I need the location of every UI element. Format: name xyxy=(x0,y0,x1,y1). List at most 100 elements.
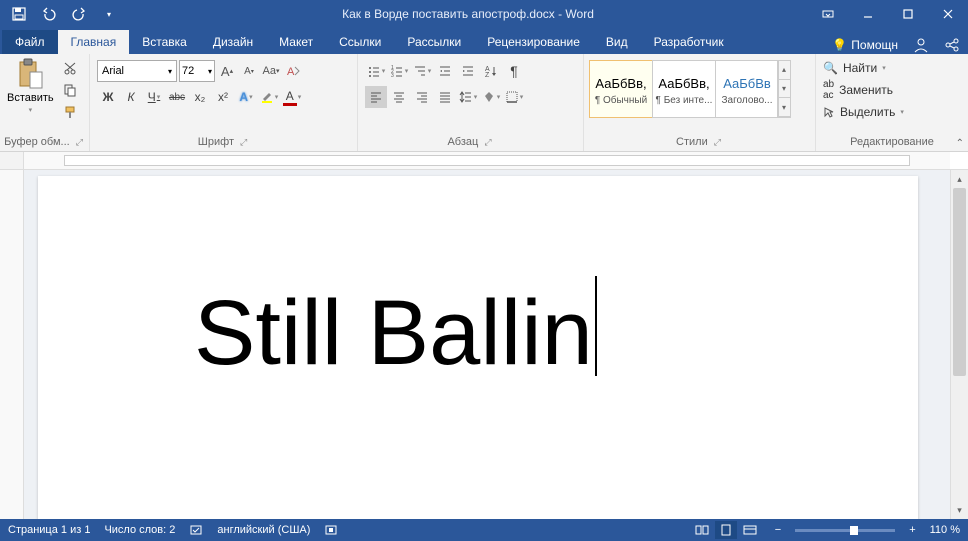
ribbon-tabs: Файл Главная Вставка Дизайн Макет Ссылки… xyxy=(0,28,968,54)
window-title: Как в Ворде поставить апостроф.docx - Wo… xyxy=(128,7,808,21)
share-icon[interactable] xyxy=(944,37,960,53)
style-name-2: Заголово... xyxy=(716,95,778,106)
style-name-0: ¶ Обычный xyxy=(590,95,652,106)
decrease-indent-icon[interactable] xyxy=(434,60,456,82)
font-name-combo[interactable]: Arial▾ xyxy=(97,60,177,82)
select-label: Выделить xyxy=(840,105,895,119)
collapse-ribbon-icon[interactable]: ⌃ xyxy=(956,138,964,149)
tell-me[interactable]: 💡Помощн xyxy=(832,38,898,52)
status-page[interactable]: Страница 1 из 1 xyxy=(8,524,90,536)
subscript-button[interactable]: x₂ xyxy=(189,86,211,108)
close-icon[interactable] xyxy=(928,2,968,26)
account-icon[interactable] xyxy=(912,36,930,54)
vertical-scrollbar[interactable]: ▴ ▾ xyxy=(950,170,968,519)
page-1[interactable]: Still Ballin xyxy=(38,176,918,519)
align-left-icon[interactable] xyxy=(365,86,387,108)
strike-button[interactable]: abc xyxy=(166,86,188,108)
find-label: Найти xyxy=(843,61,877,75)
tab-references[interactable]: Ссылки xyxy=(326,30,394,54)
change-case-icon[interactable]: Aa▾ xyxy=(261,60,281,82)
align-center-icon[interactable] xyxy=(388,86,410,108)
style-normal[interactable]: АаБбВв, ¶ Обычный xyxy=(589,60,653,118)
select-icon xyxy=(823,106,835,118)
tab-file[interactable]: Файл xyxy=(2,30,58,54)
borders-icon[interactable]: ▾ xyxy=(503,86,525,108)
tab-design[interactable]: Дизайн xyxy=(200,30,266,54)
clear-format-icon[interactable]: A xyxy=(283,60,303,82)
grow-font-icon[interactable]: A▴ xyxy=(217,60,237,82)
ribbon-opts-icon[interactable] xyxy=(808,2,848,26)
shrink-font-icon[interactable]: A▾ xyxy=(239,60,259,82)
save-icon[interactable] xyxy=(6,2,32,26)
style-heading1[interactable]: АаБбВв Заголово... xyxy=(715,60,779,118)
underline-button[interactable]: Ч▾ xyxy=(143,86,165,108)
tab-insert[interactable]: Вставка xyxy=(129,30,200,54)
styles-launcher-icon[interactable]: ⤢ xyxy=(712,135,723,150)
bullets-icon[interactable]: ▾ xyxy=(365,60,387,82)
group-editing: 🔍Найти▾ abacЗаменить Выделить▾ Редактиро… xyxy=(816,54,968,151)
tab-view[interactable]: Вид xyxy=(593,30,641,54)
clipboard-launcher-icon[interactable]: ⤢ xyxy=(74,135,85,150)
pilcrow-icon[interactable]: ¶ xyxy=(503,60,525,82)
redo-icon[interactable] xyxy=(66,2,92,26)
ruler-h-track[interactable] xyxy=(24,152,950,169)
paste-button[interactable]: Вставить ▾ xyxy=(3,56,58,116)
justify-icon[interactable] xyxy=(434,86,456,108)
select-button[interactable]: Выделить▾ xyxy=(823,102,904,122)
styles-scroll[interactable]: ▴▾▾ xyxy=(777,60,791,118)
zoom-out-button[interactable]: − xyxy=(775,524,781,536)
status-language[interactable]: английский (США) xyxy=(217,524,310,536)
multilevel-icon[interactable]: ▾ xyxy=(411,60,433,82)
superscript-button[interactable]: x² xyxy=(212,86,234,108)
scroll-track[interactable] xyxy=(951,188,968,501)
page-viewport[interactable]: Still Ballin xyxy=(24,170,950,519)
ruler-horizontal[interactable] xyxy=(0,152,968,170)
status-words[interactable]: Число слов: 2 xyxy=(104,524,175,536)
shading-icon[interactable]: ▾ xyxy=(480,86,502,108)
line-spacing-icon[interactable]: ▾ xyxy=(457,86,479,108)
style-preview-2: АаБбВв xyxy=(723,72,771,95)
text-effects-icon[interactable]: A▾ xyxy=(235,86,257,108)
scroll-thumb[interactable] xyxy=(953,188,966,376)
tab-mailings[interactable]: Рассылки xyxy=(394,30,474,54)
highlight-icon[interactable]: ▾ xyxy=(258,86,280,108)
zoom-slider[interactable] xyxy=(795,529,895,532)
web-layout-icon[interactable] xyxy=(739,521,761,539)
numbering-icon[interactable]: 123▾ xyxy=(388,60,410,82)
zoom-thumb[interactable] xyxy=(850,526,858,535)
tab-review[interactable]: Рецензирование xyxy=(474,30,593,54)
increase-indent-icon[interactable] xyxy=(457,60,479,82)
scroll-up-icon[interactable]: ▴ xyxy=(951,170,968,188)
status-macro-icon[interactable] xyxy=(324,523,338,537)
font-size-combo[interactable]: 72▾ xyxy=(179,60,215,82)
replace-button[interactable]: abacЗаменить xyxy=(823,80,904,100)
paragraph-launcher-icon[interactable]: ⤢ xyxy=(482,135,493,150)
document-text[interactable]: Still Ballin xyxy=(194,282,593,384)
scroll-down-icon[interactable]: ▾ xyxy=(951,501,968,519)
read-mode-icon[interactable] xyxy=(691,521,713,539)
tab-developer[interactable]: Разработчик xyxy=(641,30,737,54)
copy-icon[interactable] xyxy=(60,80,80,100)
sort-icon[interactable]: AZ xyxy=(480,60,502,82)
font-color-icon[interactable]: A▾ xyxy=(281,86,303,108)
format-painter-icon[interactable] xyxy=(60,102,80,122)
qat-customize-icon[interactable]: ▾ xyxy=(96,2,122,26)
style-preview-0: АаБбВв, xyxy=(595,72,646,95)
maximize-icon[interactable] xyxy=(888,2,928,26)
italic-button[interactable]: К xyxy=(120,86,142,108)
zoom-level[interactable]: 110 % xyxy=(930,524,960,536)
zoom-in-button[interactable]: + xyxy=(909,524,915,536)
print-layout-icon[interactable] xyxy=(715,521,737,539)
ruler-vertical[interactable] xyxy=(0,170,24,519)
tab-layout[interactable]: Макет xyxy=(266,30,326,54)
font-launcher-icon[interactable]: ⤢ xyxy=(238,135,249,150)
tab-home[interactable]: Главная xyxy=(58,30,130,54)
status-proofing-icon[interactable] xyxy=(189,523,203,537)
align-right-icon[interactable] xyxy=(411,86,433,108)
undo-icon[interactable] xyxy=(36,2,62,26)
find-button[interactable]: 🔍Найти▾ xyxy=(823,58,904,78)
style-nospacing[interactable]: АаБбВв, ¶ Без инте... xyxy=(652,60,716,118)
minimize-icon[interactable] xyxy=(848,2,888,26)
bold-button[interactable]: Ж xyxy=(97,86,119,108)
cut-icon[interactable] xyxy=(60,58,80,78)
